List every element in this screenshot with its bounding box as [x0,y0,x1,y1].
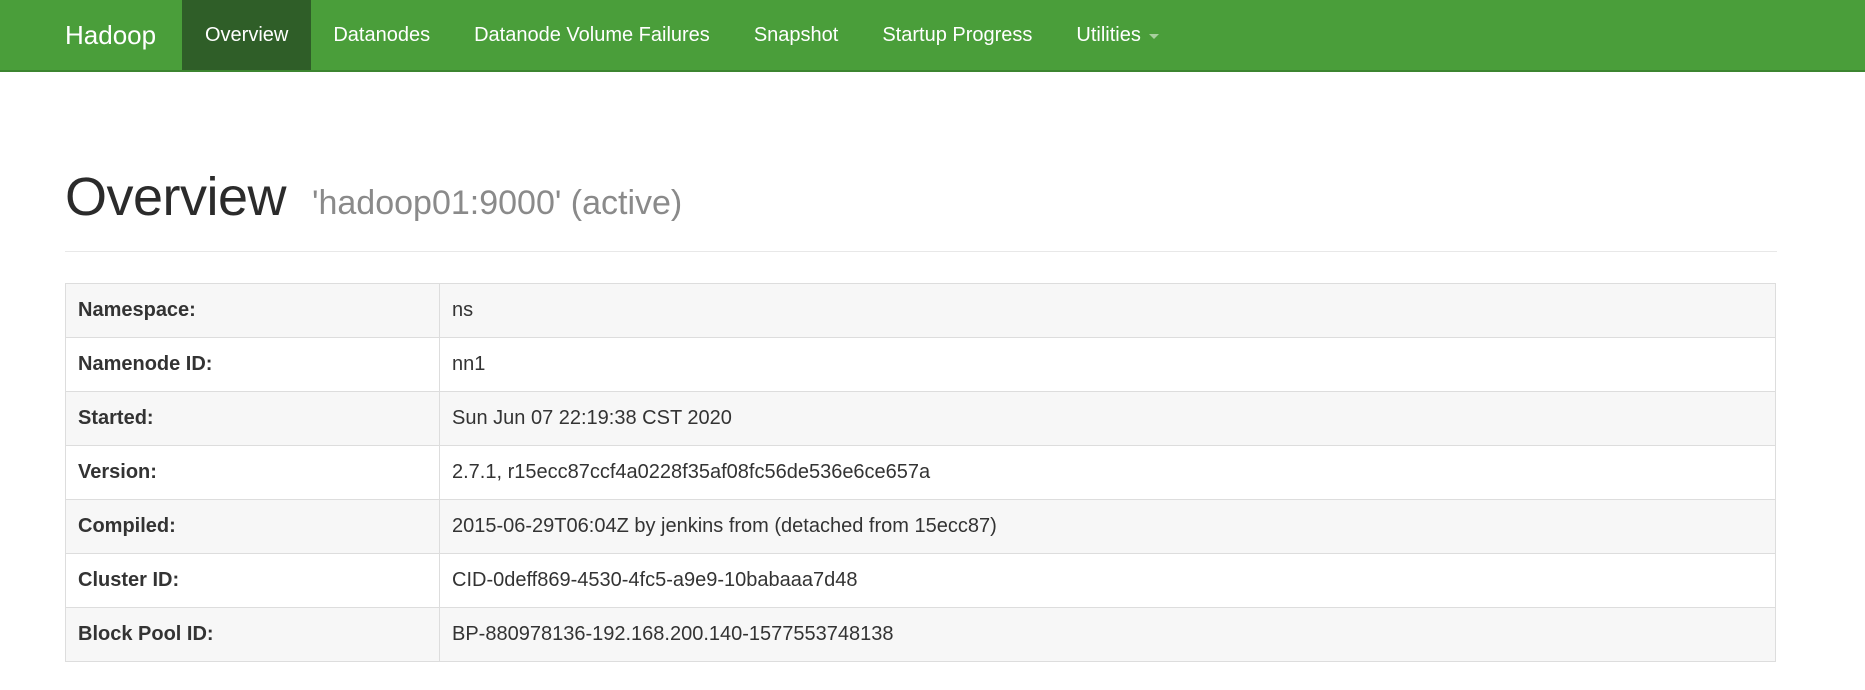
row-value: nn1 [439,337,1776,392]
caret-down-icon [1148,34,1159,39]
nav-item-snapshot[interactable]: Snapshot [732,0,861,70]
nav-item-overview[interactable]: Overview [182,0,312,70]
table-row: Cluster ID: CID-0deff869-4530-4fc5-a9e9-… [65,553,1776,608]
nav-item-datanodes[interactable]: Datanodes [311,0,452,70]
table-row: Started: Sun Jun 07 22:19:38 CST 2020 [65,391,1776,446]
row-label: Compiled: [65,499,440,554]
row-label: Block Pool ID: [65,607,440,662]
nav-item-label: Startup Progress [882,23,1033,46]
table-row: Block Pool ID: BP-880978136-192.168.200.… [65,607,1776,662]
nav-item-label: Snapshot [753,23,839,46]
nav-menu: Overview Datanodes Datanode Volume Failu… [182,0,1181,70]
page-title: Overview [65,167,287,227]
row-label: Started: [65,391,440,446]
row-value: BP-880978136-192.168.200.140-15775537481… [439,607,1776,662]
table-row: Namenode ID: nn1 [65,337,1776,392]
nav-item-utilities[interactable]: Utilities [1054,0,1180,70]
row-value: CID-0deff869-4530-4fc5-a9e9-10babaaa7d48 [439,553,1776,608]
row-label: Cluster ID: [65,553,440,608]
nav-item-label: Datanodes [333,23,431,46]
row-value: Sun Jun 07 22:19:38 CST 2020 [439,391,1776,446]
nav-item-label: Utilities [1076,23,1141,46]
table-row: Version: 2.7.1, r15ecc87ccf4a0228f35af08… [65,445,1776,500]
row-value: ns [439,283,1776,338]
page-subtitle: 'hadoop01:9000' (active) [312,184,683,222]
nav-item-label: Datanode Volume Failures [474,23,710,46]
brand-link[interactable]: Hadoop [0,0,182,70]
row-label: Namenode ID: [65,337,440,392]
row-label: Version: [65,445,440,500]
page-header: Overview 'hadoop01:9000' (active) [65,160,1777,252]
top-navbar: Hadoop Overview Datanodes Datanode Volum… [0,0,1865,72]
row-value: 2.7.1, r15ecc87ccf4a0228f35af08fc56de536… [439,445,1776,500]
table-row: Namespace: ns [65,283,1776,338]
nav-item-label: Overview [205,23,289,46]
nav-item-startup-progress[interactable]: Startup Progress [860,0,1054,70]
nav-item-datanode-volume-failures[interactable]: Datanode Volume Failures [452,0,732,70]
row-label: Namespace: [65,283,440,338]
table-row: Compiled: 2015-06-29T06:04Z by jenkins f… [65,499,1776,554]
row-value: 2015-06-29T06:04Z by jenkins from (detac… [439,499,1776,554]
namenode-info-table: Namespace: ns Namenode ID: nn1 Started: … [65,283,1776,662]
